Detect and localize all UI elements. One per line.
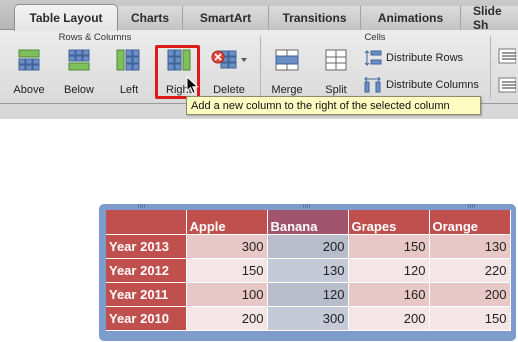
row-header-cell[interactable]: Year 2013 bbox=[106, 234, 187, 259]
table-header-cell[interactable]: Apple bbox=[186, 210, 268, 235]
table-cell[interactable]: 300 bbox=[186, 234, 268, 259]
align-lines-icon bbox=[498, 77, 517, 93]
tab-slide-show[interactable]: Slide Sh bbox=[461, 4, 518, 32]
group-separator bbox=[260, 36, 261, 98]
resize-handle[interactable] bbox=[138, 204, 146, 208]
table-cell[interactable]: 200 bbox=[429, 282, 511, 307]
table-header-cell[interactable]: Grapes bbox=[348, 210, 430, 235]
button-label: Distribute Rows bbox=[386, 52, 464, 64]
table-row: Year 2013 300 200 150 130 bbox=[106, 234, 511, 259]
tab-label: Animations bbox=[377, 11, 444, 25]
split-cells-button[interactable]: Split bbox=[313, 43, 359, 99]
tab-charts[interactable]: Charts bbox=[118, 6, 183, 30]
tab-label: SmartArt bbox=[199, 11, 252, 25]
table-cell[interactable]: 130 bbox=[429, 234, 511, 259]
distribute-columns-button[interactable]: Distribute Columns bbox=[364, 77, 479, 93]
table-cell[interactable]: 120 bbox=[348, 258, 430, 283]
insert-below-icon bbox=[68, 49, 90, 71]
tab-label: Transitions bbox=[282, 11, 347, 25]
tooltip: Add a new column to the right of the sel… bbox=[186, 96, 481, 115]
resize-handle[interactable] bbox=[303, 204, 311, 208]
table-header-cell[interactable] bbox=[106, 210, 187, 235]
row-header-cell[interactable]: Year 2012 bbox=[106, 258, 187, 283]
button-label: Distribute Columns bbox=[386, 79, 479, 91]
tab-label: Slide Sh bbox=[473, 4, 502, 32]
table-cell[interactable]: 130 bbox=[267, 258, 349, 283]
button-label: Above bbox=[13, 84, 45, 96]
table-header-row: Apple Banana Grapes Orange bbox=[106, 210, 511, 235]
table-cell[interactable]: 220 bbox=[429, 258, 511, 283]
merge-cells-button[interactable]: Merge bbox=[264, 43, 310, 99]
group-separator bbox=[490, 36, 491, 98]
tab-label: Table Layout bbox=[29, 11, 103, 25]
mouse-pointer-icon bbox=[186, 76, 199, 95]
button-label: Split bbox=[325, 84, 347, 96]
ribbon-tab-bar: Table Layout Charts SmartArt Transitions… bbox=[0, 0, 518, 32]
align-middle-button[interactable] bbox=[498, 77, 517, 96]
insert-above-icon bbox=[18, 49, 40, 71]
distribute-columns-icon bbox=[364, 77, 381, 93]
tab-table-layout[interactable]: Table Layout bbox=[14, 4, 118, 31]
insert-above-button[interactable]: Above bbox=[6, 43, 52, 99]
table-row: Year 2010 200 300 200 150 bbox=[106, 306, 511, 331]
delete-button[interactable]: Delete bbox=[204, 43, 254, 99]
button-label: Below bbox=[64, 84, 94, 96]
align-lines-icon bbox=[498, 48, 517, 64]
align-top-button[interactable] bbox=[498, 48, 517, 67]
table-header-cell[interactable]: Orange bbox=[429, 210, 511, 235]
row-header-cell[interactable]: Year 2010 bbox=[106, 306, 187, 331]
button-label: Left bbox=[119, 84, 139, 96]
table-cell[interactable]: 160 bbox=[348, 282, 430, 307]
tab-label: Charts bbox=[130, 11, 169, 25]
tab-transitions[interactable]: Transitions bbox=[269, 6, 361, 30]
tab-animations[interactable]: Animations bbox=[361, 6, 461, 30]
delete-table-icon bbox=[211, 50, 247, 69]
table-cell[interactable]: 150 bbox=[348, 234, 430, 259]
table-cell[interactable]: 200 bbox=[348, 306, 430, 331]
table-cell[interactable]: 150 bbox=[429, 306, 511, 331]
row-header-cell[interactable]: Year 2011 bbox=[106, 282, 187, 307]
ribbon-panel: Rows & Columns Cells Above Below Left Ri… bbox=[0, 30, 518, 104]
button-label: Merge bbox=[271, 84, 303, 96]
insert-left-icon bbox=[116, 49, 140, 71]
split-cells-icon bbox=[325, 49, 347, 71]
table-row: Year 2011 100 120 160 200 bbox=[106, 282, 511, 307]
insert-left-button[interactable]: Left bbox=[106, 43, 152, 99]
group-label-cells: Cells bbox=[364, 32, 386, 43]
table-header-cell[interactable]: Banana bbox=[267, 210, 349, 235]
insert-below-button[interactable]: Below bbox=[56, 43, 102, 99]
data-table[interactable]: Apple Banana Grapes Orange Year 2013 300… bbox=[106, 210, 511, 331]
button-label: Delete bbox=[213, 84, 245, 96]
table-cell[interactable]: 150 bbox=[186, 258, 268, 283]
table-row: Year 2012 150 130 120 220 bbox=[106, 258, 511, 283]
group-label-rows-columns: Rows & Columns bbox=[58, 32, 132, 43]
distribute-rows-icon bbox=[364, 50, 382, 66]
tab-smartart[interactable]: SmartArt bbox=[183, 6, 269, 30]
resize-handle[interactable] bbox=[468, 204, 476, 208]
table-cell[interactable]: 100 bbox=[186, 282, 268, 307]
table-cell[interactable]: 300 bbox=[267, 306, 349, 331]
table-cell[interactable]: 120 bbox=[267, 282, 349, 307]
table-cell[interactable]: 200 bbox=[267, 234, 349, 259]
table-cell[interactable]: 200 bbox=[186, 306, 268, 331]
distribute-rows-button[interactable]: Distribute Rows bbox=[364, 50, 463, 66]
merge-cells-icon bbox=[275, 49, 299, 71]
